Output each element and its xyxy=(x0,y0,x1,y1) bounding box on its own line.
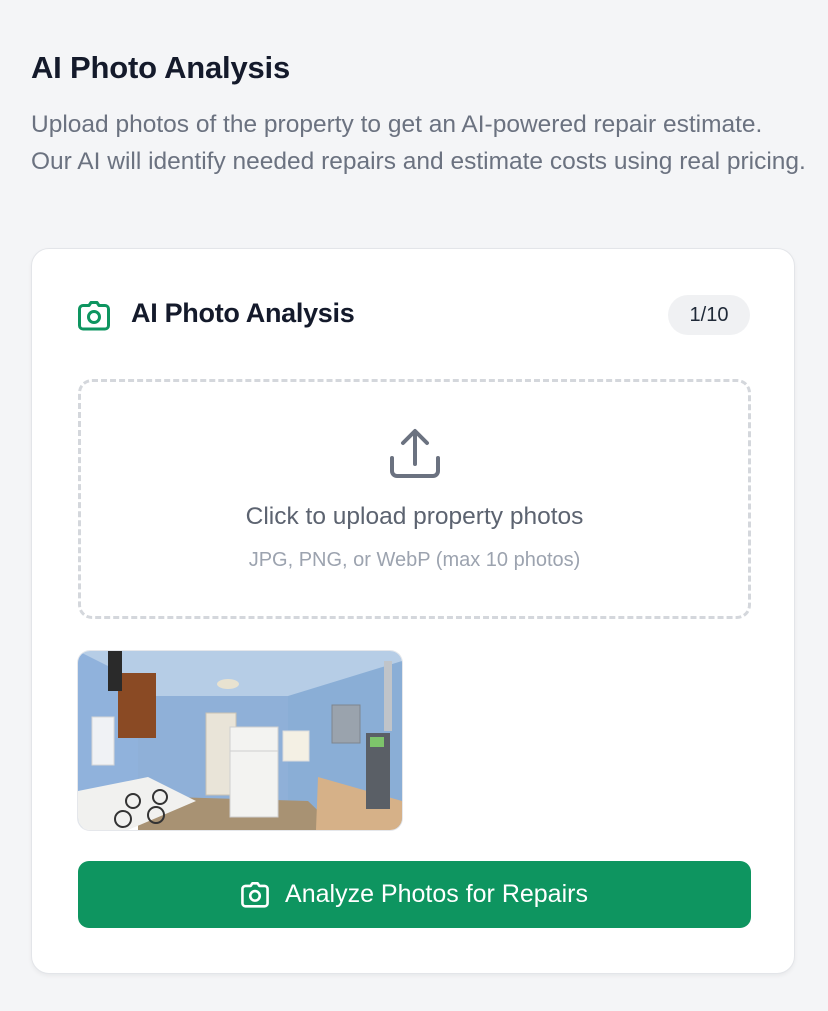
analyze-photos-button[interactable]: Analyze Photos for Repairs xyxy=(78,861,751,928)
photo-count-badge: 1/10 xyxy=(668,295,750,335)
kitchen-photo xyxy=(78,651,402,830)
camera-icon xyxy=(241,881,269,908)
camera-icon xyxy=(78,301,110,331)
card-header: AI Photo Analysis 1/10 xyxy=(78,293,750,339)
page-description: Upload photos of the property to get an … xyxy=(31,111,806,175)
uploaded-photo-thumbnail[interactable] xyxy=(78,651,402,830)
upload-hint: JPG, PNG, or WebP (max 10 photos) xyxy=(248,549,581,571)
analyze-button-label: Analyze Photos for Repairs xyxy=(285,880,588,908)
card-title: AI Photo Analysis xyxy=(131,298,355,328)
upload-icon xyxy=(390,429,440,478)
photo-upload-dropzone[interactable]: Click to upload property photos JPG, PNG… xyxy=(78,379,751,619)
page-title: AI Photo Analysis xyxy=(31,50,290,85)
upload-title: Click to upload property photos xyxy=(245,503,584,530)
photo-analysis-card: AI Photo Analysis 1/10 Click to upload p… xyxy=(31,248,795,974)
